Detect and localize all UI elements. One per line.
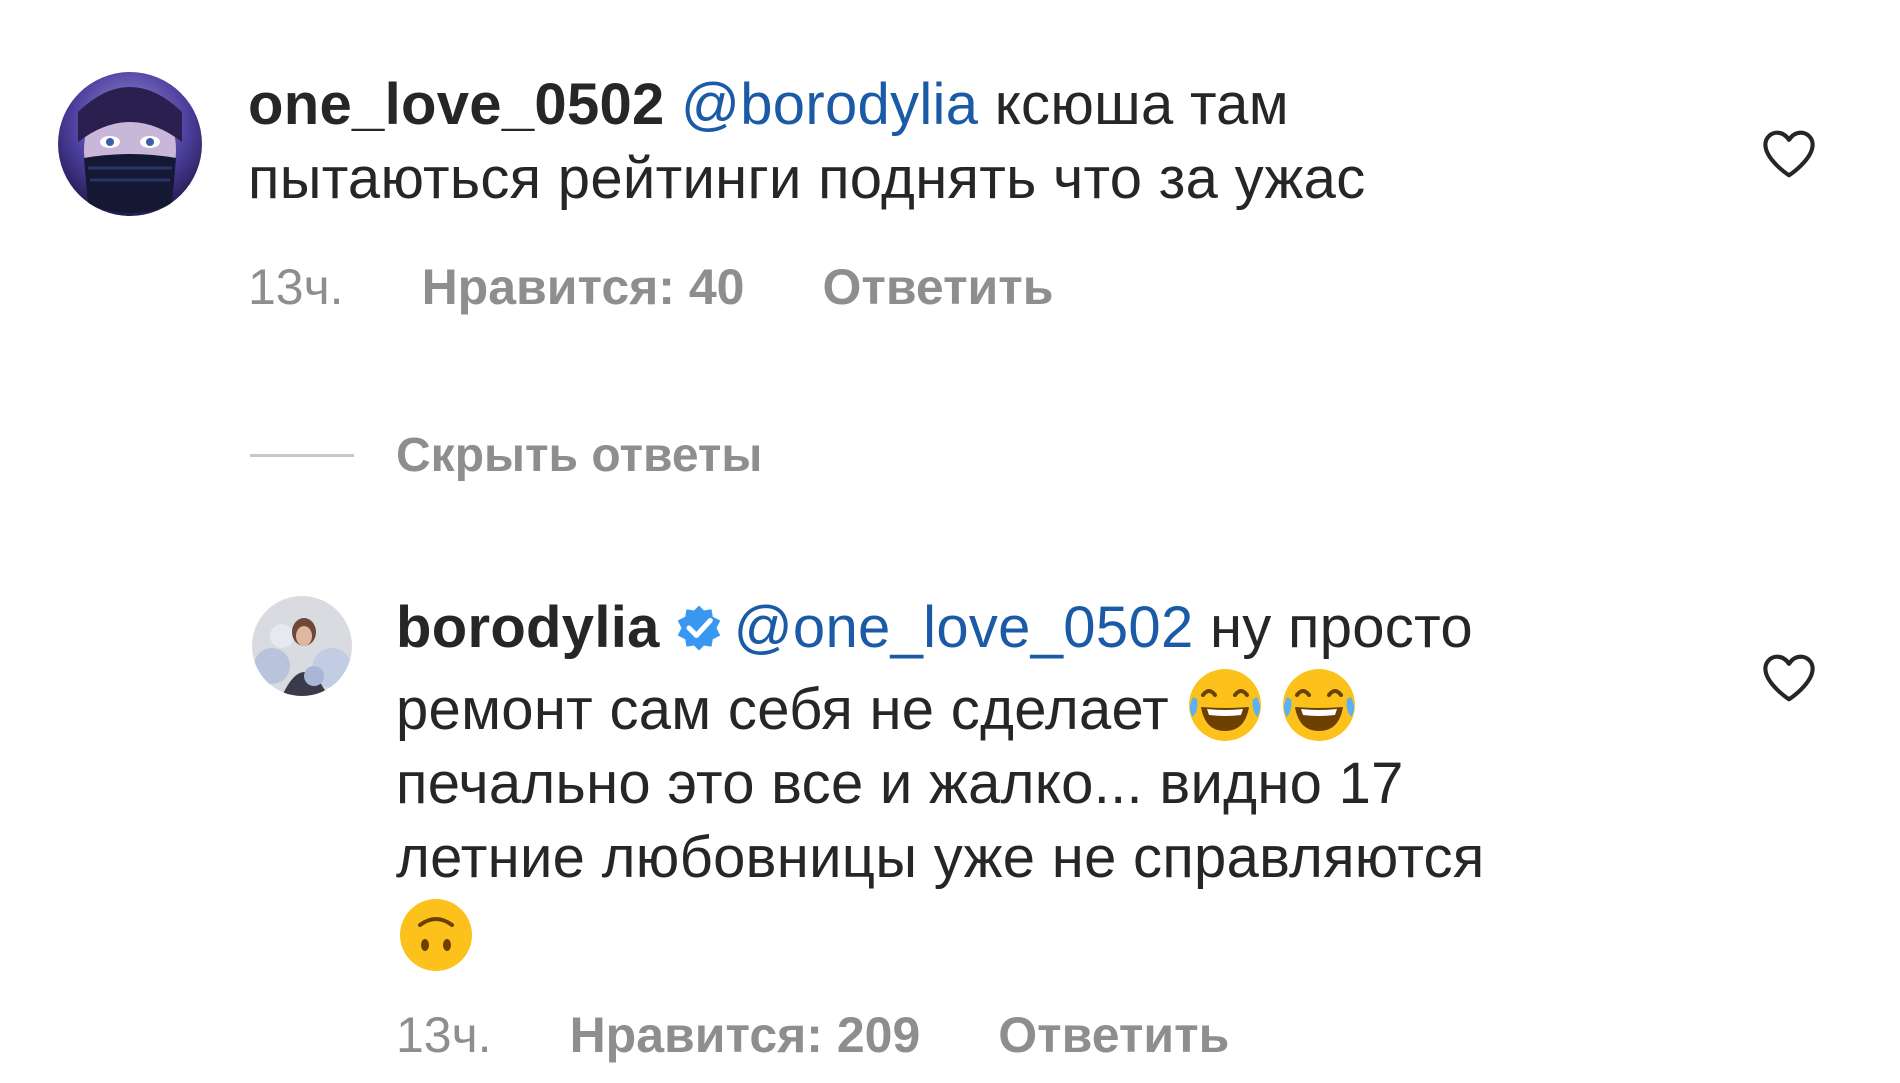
comment-meta: 13ч. Нравится: 40 Ответить xyxy=(248,258,1054,316)
upside-down-face-emoji-icon xyxy=(396,895,476,975)
reply-text-line1: ну просто xyxy=(1193,595,1473,660)
reply-text: borodylia @one_love_0502 ну просто ремонт… xyxy=(396,591,1726,977)
reply-text-line3: печально это все и жалко... видно 17 xyxy=(396,751,1404,816)
laughing-emoji-icon xyxy=(1185,665,1265,745)
comment-mention[interactable]: @borodylia xyxy=(681,72,978,137)
reply-time: 13ч. xyxy=(396,1007,492,1063)
reply-button[interactable]: Ответить xyxy=(998,1006,1229,1064)
avatar-image xyxy=(252,596,352,696)
comment-text: one_love_0502 @borodylia ксюша там пытаю… xyxy=(248,68,1728,216)
comment-username[interactable]: one_love_0502 xyxy=(248,72,665,137)
reply-username[interactable]: borodylia xyxy=(396,595,660,660)
avatar-one-love-0502[interactable] xyxy=(58,72,202,216)
laughing-emoji-icon xyxy=(1279,665,1359,745)
hide-replies-label: Скрыть ответы xyxy=(396,429,763,482)
comment-text-line1: ксюша там xyxy=(978,72,1289,137)
reply-button[interactable]: Ответить xyxy=(822,258,1053,316)
reply-text-line2: ремонт сам себя не сделает xyxy=(396,677,1186,742)
hide-replies-button[interactable]: Скрыть ответы xyxy=(250,428,762,483)
verified-badge-icon xyxy=(674,597,724,651)
like-heart-icon[interactable] xyxy=(1760,128,1818,180)
avatar-image xyxy=(58,72,202,216)
comment-time: 13ч. xyxy=(248,259,344,315)
reply-text-line4: летние любовницы уже не справляются xyxy=(396,825,1485,890)
hide-replies-divider xyxy=(250,454,354,457)
avatar-borodylia[interactable] xyxy=(252,596,352,696)
reply-likes-count[interactable]: Нравится: 209 xyxy=(570,1006,921,1064)
comment-likes-count[interactable]: Нравится: 40 xyxy=(422,258,745,316)
like-heart-icon[interactable] xyxy=(1760,652,1818,704)
reply-meta: 13ч. Нравится: 209 Ответить xyxy=(396,1006,1229,1064)
comment-text-line2: пытаються рейтинги поднять что за ужас xyxy=(248,146,1366,211)
reply-mention[interactable]: @one_love_0502 xyxy=(734,595,1194,660)
